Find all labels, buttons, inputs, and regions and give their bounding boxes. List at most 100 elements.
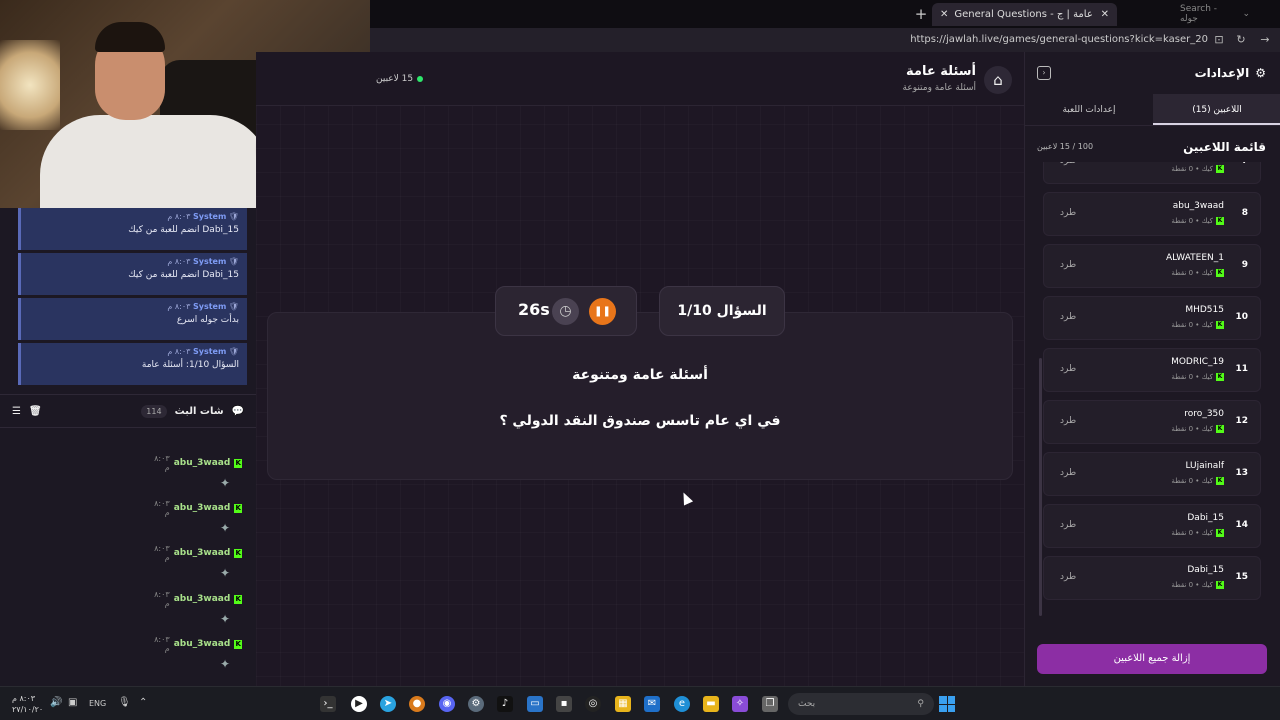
sys-time: ٨:٠٣ م [167, 302, 191, 311]
gear-icon: ⚙ [1255, 66, 1266, 80]
player-meta: كيك • 0 نقطة [1171, 581, 1213, 589]
browser-search[interactable]: Search - جوله ⌄ [1180, 4, 1250, 24]
home-button[interactable]: ⌂ [984, 66, 1012, 94]
settings-panel: ⚙ الإعدادات › اللاعبين (15) إعدادات اللع… [1024, 52, 1280, 686]
chevron-down-icon[interactable]: ⌄ [1242, 9, 1250, 19]
player-name: MHD515 [1185, 305, 1224, 315]
ctrl-app-icon[interactable]: ▪ [556, 696, 572, 712]
sys-time: ٨:٠٣ م [167, 347, 191, 356]
player-number: 12 [1235, 416, 1248, 426]
kick-button[interactable]: طرد [1060, 260, 1076, 270]
player-name: MODRIC_19 [1171, 357, 1224, 367]
chat-user[interactable]: abu_3waad [174, 458, 231, 468]
tab-players[interactable]: اللاعبين (15) [1153, 94, 1280, 125]
clock-icon: ◷ [552, 298, 579, 325]
terminal-icon[interactable]: ›_ [320, 696, 336, 712]
kick-button[interactable]: طرد [1060, 208, 1076, 218]
menu-icon[interactable]: ☰ [12, 406, 21, 417]
settings-tabs: اللاعبين (15) إعدادات اللعبة [1025, 94, 1280, 126]
windows-start-icon[interactable] [939, 696, 955, 712]
kick-button[interactable]: طرد [1060, 468, 1076, 478]
microphone-icon[interactable]: 🎙 [118, 697, 131, 708]
collapse-panel-icon[interactable]: › [1037, 66, 1051, 80]
browser-tab-bar: + ✕ General Questions - أسئلة عامة | ج..… [370, 0, 1280, 28]
player-number: 11 [1235, 364, 1248, 374]
kick-button[interactable]: طرد [1060, 162, 1076, 166]
chat-message: Kabu_3waad ٨:٠٣ م ✦ [150, 499, 242, 535]
player-name: ALWATEEN_1 [1165, 253, 1224, 263]
scrollbar[interactable] [1039, 358, 1042, 616]
system-clock[interactable]: ٨:٠٣ م ٢٧/١٠/٢٠ [12, 693, 43, 715]
telegram-icon[interactable]: ➤ [380, 696, 396, 712]
kick-button[interactable]: طرد [1060, 416, 1076, 426]
browser-tab[interactable]: ✕ General Questions - أسئلة عامة | ج... … [932, 3, 1117, 26]
task-view-icon[interactable]: ❐ [762, 696, 778, 712]
player-number: 8 [1241, 208, 1248, 218]
player-row: 14 Dabi_15 K كيك • 0 نقطة طرد [1043, 504, 1261, 548]
clock-date: ٢٧/١٠/٢٠ [12, 705, 44, 714]
system-shield-icon: 🛡 [228, 347, 239, 356]
new-tab-icon[interactable]: + [912, 5, 930, 23]
question-counter: السؤال 1/10 [659, 286, 785, 336]
sys-text: Dabi_15 انضم للعبة من كيك [128, 270, 239, 280]
player-row: 8 abu_3waad K كيك • 0 نقطة طرد [1043, 192, 1261, 236]
kick-icon: K [1216, 269, 1224, 277]
chat-panel: 🛡 System ٨:٠٣ م Dabi_15 انضم للعبة من كي… [0, 208, 256, 686]
player-list-count: 100 / 15 لاعبين [1037, 142, 1094, 151]
chat-message: Kabu_3waad ٨:٠٣ م ✦ [150, 635, 242, 671]
chat-user[interactable]: abu_3waad [174, 548, 231, 558]
language-indicator[interactable]: ENG [89, 699, 106, 708]
chat-time: ٨:٠٣ م [154, 454, 170, 472]
chat-message: Kabu_3waad ٨:٠٣ م ✦ [150, 454, 242, 490]
chat-user[interactable]: abu_3waad [174, 503, 231, 513]
pause-button[interactable]: ❚❚ [589, 298, 616, 325]
app-icon[interactable]: ● [409, 696, 425, 712]
url-text[interactable]: https://jawlah.live/games/general-questi… [910, 34, 1208, 45]
player-row: 11 MODRIC_19 K كيك • 0 نقطة طرد [1043, 348, 1261, 392]
edge-icon[interactable]: e [674, 696, 690, 712]
chat-user[interactable]: abu_3waad [174, 639, 231, 649]
settings-app-icon[interactable]: ⚙ [468, 696, 484, 712]
player-row: 9 ALWATEEN_1 K كيك • 0 نقطة طرد [1043, 244, 1261, 288]
chevron-up-icon[interactable]: ⌃ [139, 697, 147, 708]
kick-button[interactable]: طرد [1060, 364, 1076, 374]
address-bar[interactable]: https://jawlah.live/games/general-questi… [370, 28, 1280, 52]
chat-message: Kabu_3waad ٨:٠٣ م ✦ [150, 544, 242, 580]
discord-icon[interactable]: ◉ [439, 696, 455, 712]
copilot-icon[interactable]: ✧ [732, 696, 748, 712]
kick-icon: K [1216, 217, 1224, 225]
volume-icon[interactable]: 🔊 [50, 697, 62, 708]
trash-icon[interactable]: 🗑 [29, 406, 42, 417]
store-icon[interactable]: ▦ [615, 696, 631, 712]
system-shield-icon: 🛡 [228, 257, 239, 266]
close-icon[interactable]: ✕ [940, 9, 948, 20]
chat-user[interactable]: abu_3waad [174, 594, 231, 604]
network-icon[interactable]: ▣ [68, 697, 77, 708]
remove-all-players-button[interactable]: إزالة جميع اللاعبين [1037, 644, 1267, 674]
kick-icon: K [1216, 477, 1224, 485]
kick-button[interactable]: طرد [1060, 572, 1076, 582]
taskbar-search[interactable]: ⚲ بحث [788, 693, 934, 715]
media-player-icon[interactable]: ▶ [351, 696, 367, 712]
kick-icon: K [234, 503, 242, 513]
sys-time: ٨:٠٣ م [167, 212, 191, 221]
player-row: 15 Dabi_15 K كيك • 0 نقطة طرد [1043, 556, 1261, 600]
timer: ❚❚ ◷ 26s [495, 286, 637, 336]
folder-icon[interactable]: ▬ [703, 696, 719, 712]
reload-icon[interactable]: ↻ [1234, 33, 1248, 47]
forward-icon[interactable]: → [1258, 33, 1272, 47]
kick-icon: K [1216, 165, 1224, 173]
kick-button[interactable]: طرد [1060, 520, 1076, 530]
close-tab-icon[interactable]: ✕ [1101, 9, 1109, 20]
tiktok-icon[interactable]: ♪ [497, 696, 513, 712]
sys-name: System [192, 257, 227, 266]
tab-game-settings[interactable]: إعدادات اللعبة [1025, 94, 1153, 125]
settings-title-label: الإعدادات [1194, 66, 1250, 80]
window-icon[interactable]: ▭ [527, 696, 543, 712]
kick-icon: K [234, 548, 242, 558]
settings-title: ⚙ الإعدادات [1195, 66, 1266, 80]
system-message: 🛡 System ٨:٠٣ م Dabi_15 انضم للعبة من كي… [18, 253, 247, 295]
mail-icon[interactable]: ✉ [644, 696, 660, 712]
obs-icon[interactable]: ◎ [585, 696, 601, 712]
kick-button[interactable]: طرد [1060, 312, 1076, 322]
